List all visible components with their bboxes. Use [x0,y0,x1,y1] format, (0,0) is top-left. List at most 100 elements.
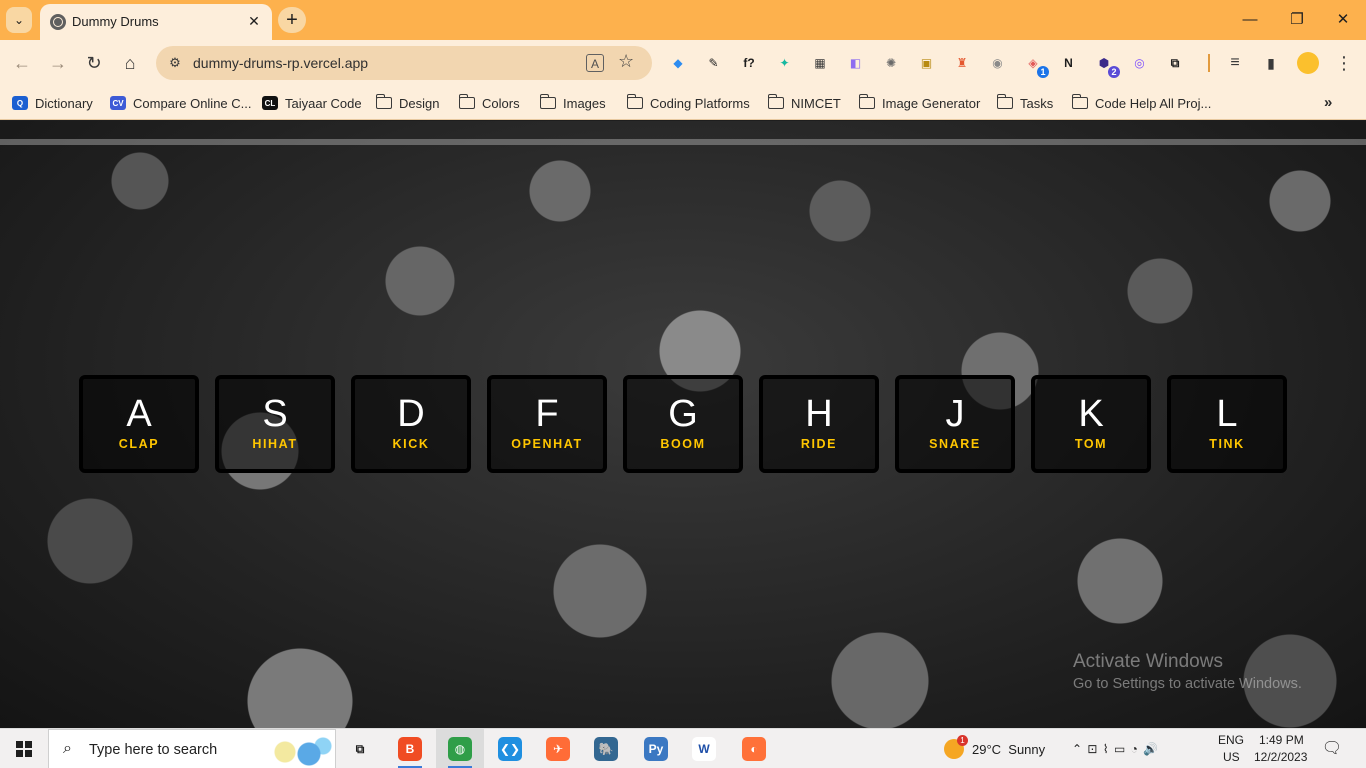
bookmark-label: Compare Online C... [133,95,252,111]
back-button[interactable]: ← [9,50,35,76]
language-region[interactable]: US [1223,749,1240,766]
ext-orange-icon[interactable]: ♜ [951,52,973,74]
ext-badge-1-icon[interactable]: ◈ 1 [1022,52,1049,78]
bookmarks-bar: Q Dictionary CV Compare Online C... CL Taiyaa… [0,86,1366,120]
tab-dummy-drums[interactable]: Dummy Drums ✕ [40,4,272,40]
bookmarks-overflow-icon[interactable]: » [1324,94,1332,111]
ext-gear-icon[interactable]: ✺ [880,52,902,74]
media-control-icon[interactable]: ≡ [1222,50,1248,76]
taskbar-vscode[interactable]: ❮❯ [486,729,534,768]
start-button[interactable] [0,729,48,768]
ext-hex-glyph: ⬢ [1098,56,1110,70]
ext-eyedropper-icon[interactable]: ✎ [703,52,725,74]
ext-yellow-icon[interactable]: ▣ [916,52,938,74]
bookmark-compare-online-c[interactable]: CV Compare Online C... [110,92,252,114]
taskbar-search-box[interactable]: ⌕ Type here to search [48,729,336,768]
bookmark-taiyaar-code[interactable]: CL Taiyaar Code [262,92,362,114]
drum-key-tom[interactable]: K TOM [1031,375,1151,473]
bookmark-star-icon[interactable]: ☆ [618,51,634,72]
site-info-icon[interactable]: ⚙ [166,54,184,72]
bookmark-colors[interactable]: Colors [458,92,520,114]
folder-icon [539,94,556,110]
ext-purple-icon[interactable]: ◎ [1129,52,1151,74]
drum-key-snare[interactable]: J SNARE [895,375,1015,473]
drum-key-kick[interactable]: D KICK [351,375,471,473]
ext-orange-glyph: ♜ [956,56,968,70]
key-letter: K [1078,393,1104,435]
bookmark-code-help-all-proj[interactable]: Code Help All Proj... [1071,92,1211,114]
notification-icon[interactable]: 🗨 [1320,738,1344,760]
system-tray-icons[interactable]: ⌃ ⊡ ⌇ ▭ ◔ 🔊 [1072,729,1159,768]
taskbar-brave[interactable]: B [386,729,434,768]
folder-icon [626,94,643,110]
sound-label: HIHAT [252,437,298,451]
taskbar-task-view[interactable]: ⧉ [336,729,384,768]
url-text[interactable]: dummy-drums-rp.vercel.app [193,55,368,71]
tab-search-button[interactable]: ⌄ [6,7,32,33]
bookmark-label: Images [563,95,606,111]
chevron-down-icon: ⌄ [13,13,25,27]
taskbar-firefox[interactable]: ◐ [730,729,778,768]
browser-toolbar: ← → ↻ ⌂ ⚙ dummy-drums-rp.vercel.app A ☆ … [0,40,1366,86]
menu-kebab-icon[interactable]: ⋮ [1331,50,1357,76]
sound-label: TOM [1074,437,1108,451]
drum-key-hihat[interactable]: S HIHAT [215,375,335,473]
bookmark-tasks[interactable]: Tasks [996,92,1054,114]
address-bar[interactable]: ⚙ dummy-drums-rp.vercel.app A ☆ [156,46,652,80]
ext-1-glyph: ◆ [673,56,683,70]
ext-badge-1-badge: 1 [1037,66,1049,78]
ext-1-icon[interactable]: ◆ [667,52,689,74]
new-tab-button[interactable]: + [278,7,306,33]
drum-key-boom[interactable]: G BOOM [623,375,743,473]
reload-button[interactable]: ↻ [81,50,107,76]
taskbar-chrome[interactable]: ◍ [436,729,484,768]
bookmark-design[interactable]: Design [375,92,440,114]
folder-icon [1071,94,1088,110]
minimize-button[interactable]: — [1238,8,1262,32]
taskbar-postman[interactable]: ✈ [534,729,582,768]
taskbar-pgadmin[interactable]: 🐘 [582,729,630,768]
tab-close-button[interactable]: ✕ [244,11,264,31]
restore-button[interactable]: ❐ [1285,8,1309,32]
ext-camera-icon[interactable]: ◉ [987,52,1009,74]
drum-key-ride[interactable]: H RIDE [759,375,879,473]
ext-teal-icon[interactable]: ✦ [774,52,796,74]
taskbar-wps[interactable]: W [680,729,728,768]
bookmark-label: Taiyaar Code [285,95,362,111]
tab-strip: ⌄ Dummy Drums ✕ + — ❐ ✕ [0,0,1366,40]
translate-icon[interactable]: A [586,54,604,72]
ext-puzzle-icon[interactable]: ⧉ [1164,52,1186,74]
bookmark-label: Tasks [1020,95,1054,111]
pgadmin-icon: 🐘 [594,737,618,761]
drum-key-tink[interactable]: L TINK [1167,375,1287,473]
bookmark-label: Design [399,95,440,111]
drum-key-openhat[interactable]: F OPENHAT [487,375,607,473]
ext-hex-icon[interactable]: ⬢ 2 [1093,52,1120,78]
profile-avatar[interactable] [1297,52,1319,74]
ext-eyedropper-glyph: ✎ [708,56,719,70]
side-panel-icon[interactable]: ▮ [1258,50,1284,76]
ext-grid-icon[interactable]: ▦ [809,52,831,74]
bookmark-dictionary[interactable]: Q Dictionary [12,92,93,114]
vscode-icon: ❮❯ [498,737,522,761]
ext-teal-glyph: ✦ [779,56,790,70]
folder-icon [458,94,475,110]
ext-notion-icon[interactable]: N [1058,52,1080,74]
key-letter: H [805,393,833,435]
bookmark-nimcet[interactable]: NIMCET [767,92,841,114]
forward-button[interactable]: → [45,50,71,76]
dictionary-icon: Q [12,96,28,110]
language-code[interactable]: ENG [1218,732,1244,749]
taskbar-python[interactable]: Py [632,729,680,768]
bookmark-image-generator[interactable]: Image Generator [858,92,980,114]
wps-icon: W [692,737,716,761]
close-window-button[interactable]: ✕ [1331,8,1355,32]
drum-key-clap[interactable]: A CLAP [79,375,199,473]
ext-gear-glyph: ✺ [885,56,897,70]
ext-f-icon[interactable]: f? [738,52,760,74]
home-button[interactable]: ⌂ [117,50,143,76]
bookmark-coding-platforms[interactable]: Coding Platforms [626,92,750,114]
bookmark-images[interactable]: Images [539,92,606,114]
weather-widget[interactable]: 29°C Sunny [944,729,1045,768]
ext-gradient-icon[interactable]: ◧ [845,52,867,74]
